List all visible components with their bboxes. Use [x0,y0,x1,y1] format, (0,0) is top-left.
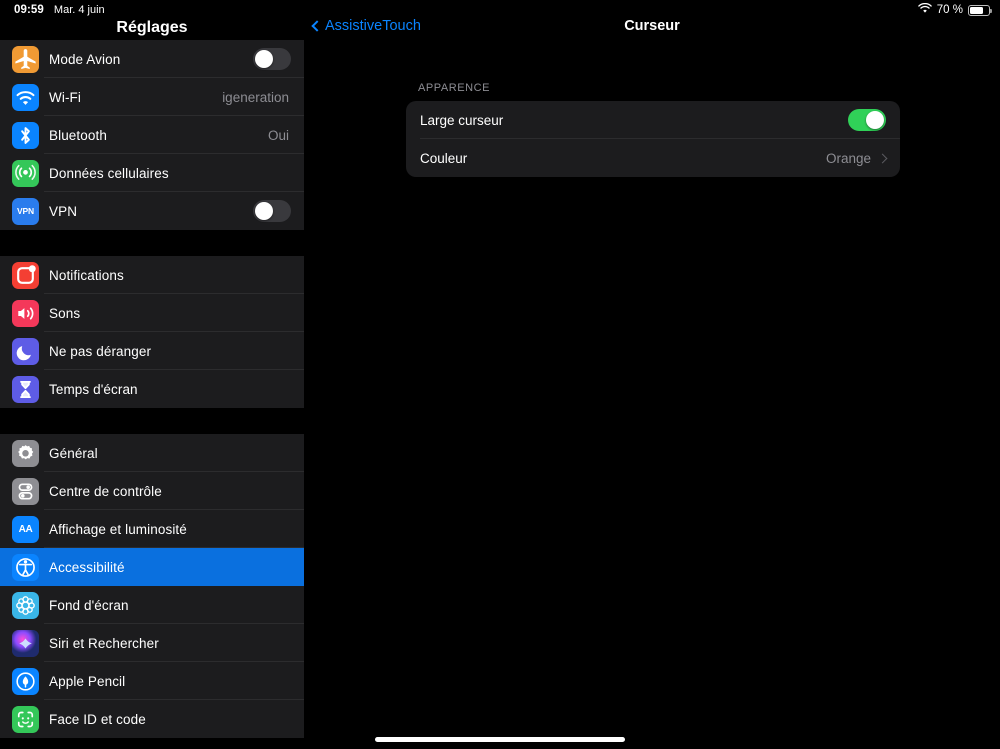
accessibility-icon [12,553,39,581]
settings-row-couleur[interactable]: Couleur Orange [406,139,900,177]
wifi-icon [918,2,932,17]
sidebar-item-fond-d-ecran[interactable]: Fond d'écran [0,586,304,624]
status-bar-right: 70 % [918,2,992,17]
row-separator [44,737,304,738]
wifi-icon [12,83,39,111]
sidebar-item-vpn[interactable]: VPN VPN [0,192,304,230]
sidebar-item-temps-d-ecran[interactable]: Temps d'écran [0,370,304,408]
sidebar-item-siri-et-rechercher[interactable]: Siri et Rechercher [0,624,304,662]
sidebar-group: Général Centre de contrôle AA Affichage et … [0,434,304,738]
sidebar-item-label: Données cellulaires [49,165,169,181]
sidebar-item-label: Général [49,445,98,461]
control-center-icon [12,477,39,505]
toggle-knob [254,201,274,221]
back-button-assistivetouch[interactable]: AssistiveTouch [311,18,421,34]
home-indicator [375,737,625,742]
sidebar-item-sons[interactable]: Sons [0,294,304,332]
siri-icon [12,629,39,657]
chevron-right-icon [877,153,888,163]
sidebar-item-apple-pencil[interactable]: Apple Pencil [0,662,304,700]
airplane-icon [12,45,39,73]
sidebar-item-value: igeneration [222,89,289,105]
sidebar-item-label: Bluetooth [49,127,107,143]
display-brightness-icon: AA [12,515,39,543]
sidebar-item-label: Wi-Fi [49,89,81,105]
sidebar-group-divider [0,408,304,434]
sidebar-item-donnees-cellulaires[interactable]: Données cellulaires [0,154,304,192]
sidebar-item-label: Siri et Rechercher [49,635,159,651]
sidebar-item-accessibilite[interactable]: Accessibilité [0,548,304,586]
cellular-antenna-icon [12,159,39,187]
settings-row-large-curseur[interactable]: Large curseur [406,101,900,139]
sidebar-item-label: Ne pas déranger [49,343,152,359]
sidebar-item-affichage-et-luminosite[interactable]: AA Affichage et luminosité [0,510,304,548]
row-separator [44,229,304,230]
sidebar-item-label: Sons [49,305,81,321]
moon-icon [12,337,39,365]
settings-sidebar: Réglages Mode Avion Wi-Fi igeneration Bluet… [0,0,304,749]
chevron-left-icon [311,20,323,32]
back-button-label: AssistiveTouch [325,18,421,34]
settings-row-label: Large curseur [420,112,504,128]
status-date: Mar. 4 juin [53,4,105,16]
sidebar-item-mode-avion[interactable]: Mode Avion [0,40,304,78]
sidebar-item-label: Accessibilité [49,559,125,575]
appearance-settings-card: Large curseur Couleur Orange [406,101,900,177]
section-header-apparence: APPARENCE [418,82,490,94]
sidebar-item-centre-de-controle[interactable]: Centre de contrôle [0,472,304,510]
status-bar-left: 09:59 Mar. 4 juin [14,4,105,16]
toggle-knob [865,110,885,130]
sidebar-item-label: VPN [49,203,78,219]
sidebar-item-notifications[interactable]: Notifications [0,256,304,294]
ipad-settings-screen: 09:59 Mar. 4 juin 70 % Réglages Mode Avi… [0,0,1000,749]
toggle-mode-avion[interactable] [253,48,291,70]
bluetooth-icon [12,121,39,149]
sidebar-item-general[interactable]: Général [0,434,304,472]
settings-row-label: Couleur [420,150,468,166]
detail-pane: AssistiveTouch Curseur APPARENCE Large c… [304,0,1000,749]
battery-percent: 70 % [936,4,963,16]
toggle-large-curseur[interactable] [848,109,886,131]
apple-pencil-icon [12,667,39,695]
wallpaper-icon [12,591,39,619]
toggle-knob [254,49,274,69]
face-id-icon [12,705,39,733]
settings-row-value: Orange [825,150,871,166]
vpn-icon: VPN [12,197,39,225]
notifications-icon [12,261,39,289]
sidebar-item-value: Oui [267,127,289,143]
toggle-vpn[interactable] [253,200,291,222]
speaker-icon [12,299,39,327]
sidebar-item-ne-pas-deranger[interactable]: Ne pas déranger [0,332,304,370]
hourglass-icon [12,375,39,403]
sidebar-item-label: Notifications [49,267,124,283]
sidebar-item-wi-fi[interactable]: Wi-Fi igeneration [0,78,304,116]
sidebar-item-face-id-et-code[interactable]: Face ID et code [0,700,304,738]
sidebar-item-label: Temps d'écran [49,381,138,397]
row-separator [44,407,304,408]
row-separator [420,176,900,177]
sidebar-group: Mode Avion Wi-Fi igeneration Bluetooth Oui Do… [0,40,304,230]
sidebar-item-label: Affichage et luminosité [49,521,187,537]
sidebar-item-label: Face ID et code [49,711,146,727]
sidebar-item-bluetooth[interactable]: Bluetooth Oui [0,116,304,154]
sidebar-item-label: Apple Pencil [49,673,126,689]
status-bar: 09:59 Mar. 4 juin 70 % [0,0,1000,20]
sidebar-group-list: Mode Avion Wi-Fi igeneration Bluetooth Oui Do… [0,40,304,738]
sidebar-item-label: Mode Avion [49,51,121,67]
status-time: 09:59 [14,4,44,16]
sidebar-group: Notifications Sons Ne pas déranger Temps d'… [0,256,304,408]
sidebar-group-divider [0,230,304,256]
settings-card-wrapper: APPARENCE Large curseur Couleur Orange [304,82,1000,177]
sidebar-item-label: Fond d'écran [49,597,129,613]
sidebar-item-label: Centre de contrôle [49,483,162,499]
battery-icon [968,4,992,16]
gear-icon [12,439,39,467]
